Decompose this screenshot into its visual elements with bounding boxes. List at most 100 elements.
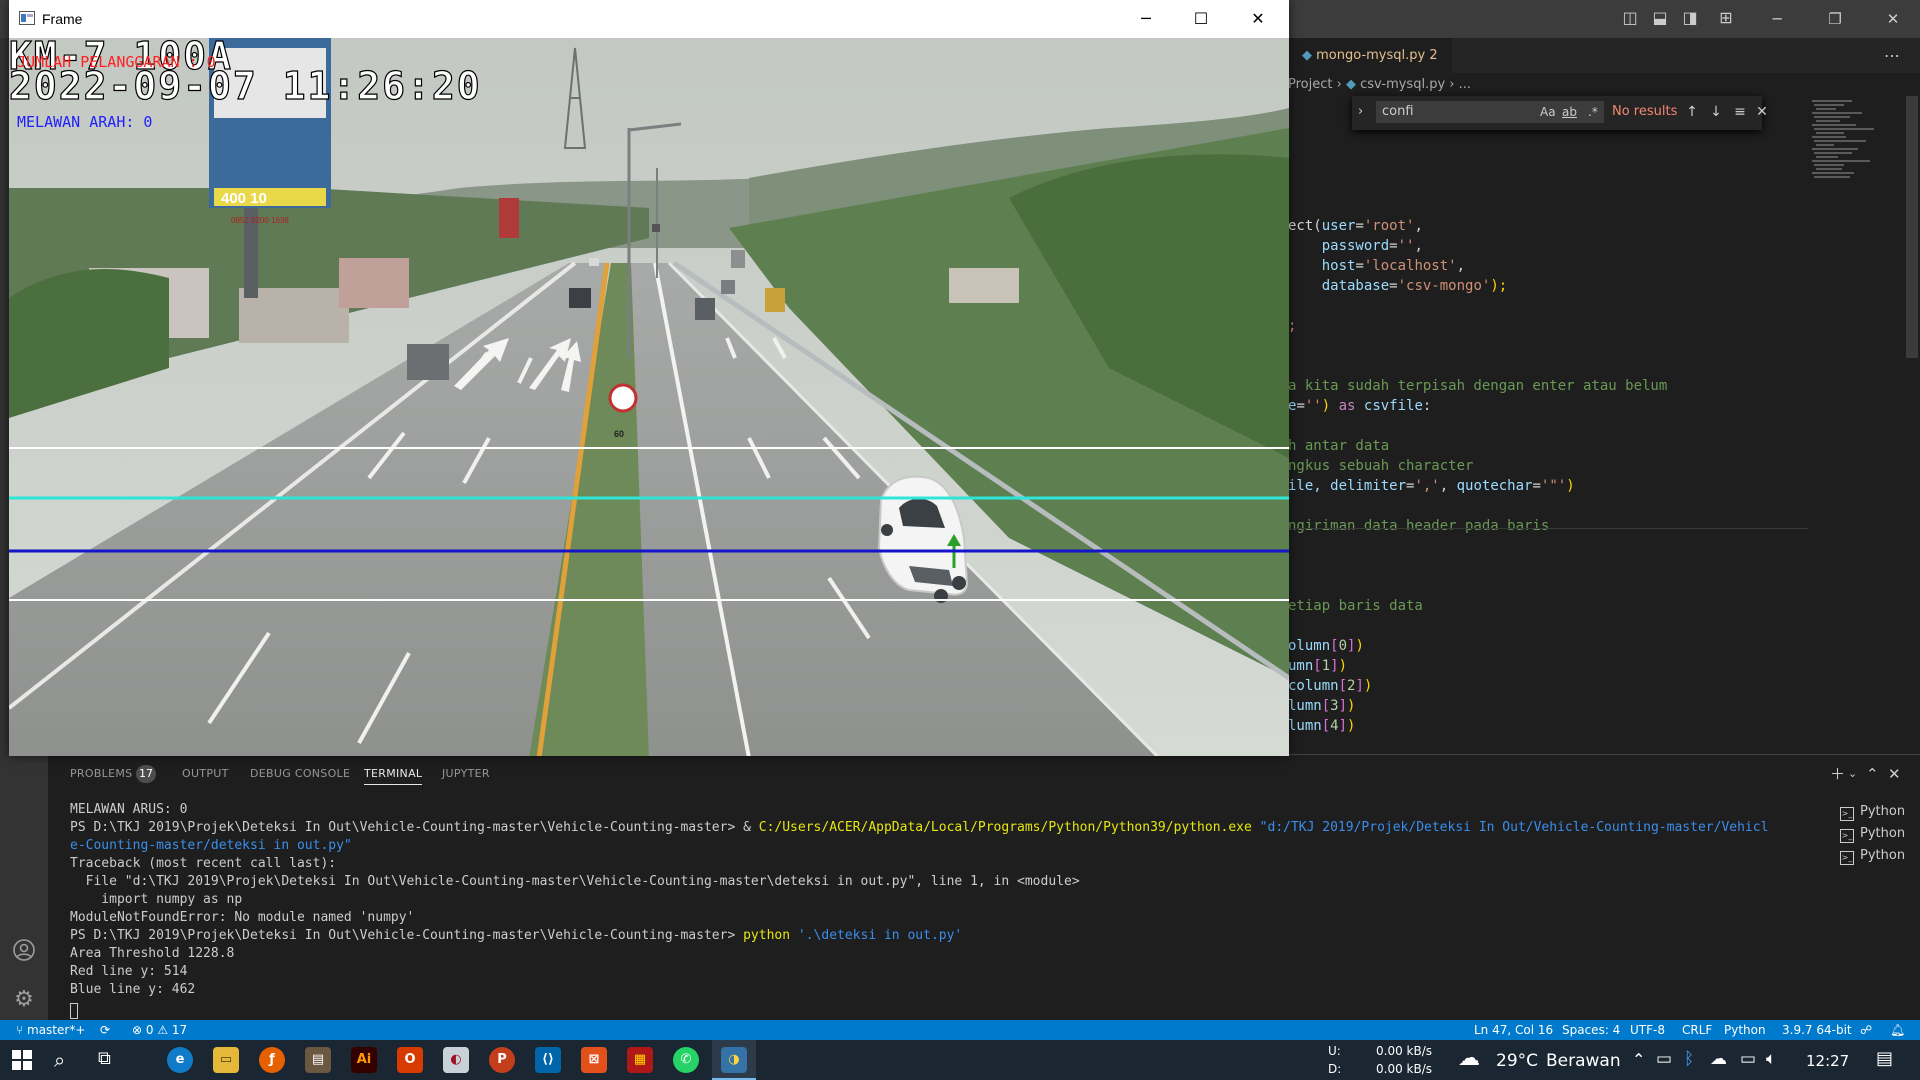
terminal-item[interactable]: >_ Python (1840, 823, 1905, 845)
accounts-icon[interactable] (12, 938, 36, 962)
code-token: ngkus sebuah character (1288, 458, 1474, 474)
search-icon[interactable]: ⌕ (54, 1048, 65, 1072)
vscode-taskbar-icon[interactable]: ⟨⟩ (535, 1047, 561, 1073)
onedrive-cloud-icon[interactable]: ☁ (1710, 1049, 1727, 1069)
xampp-icon[interactable]: ⊠ (581, 1047, 607, 1073)
notifications-bell-icon[interactable]: 🔔︎ (1890, 1020, 1905, 1040)
breadcrumb-item[interactable]: Project (1288, 77, 1332, 92)
terminal-icon: >_ (1840, 851, 1854, 865)
powerpoint-icon[interactable]: P (489, 1047, 515, 1073)
weather-condition[interactable]: Berawan (1546, 1050, 1621, 1072)
whatsapp-icon[interactable]: ✆ (673, 1047, 699, 1073)
toggle-secondary-sidebar-icon[interactable]: ◨ (1680, 9, 1700, 27)
vscode-close-button[interactable]: ✕ (1870, 0, 1916, 38)
code-token: host (1288, 258, 1356, 274)
problems-status[interactable]: ⊗ 0 ⚠ 17 (132, 1020, 187, 1040)
next-match-arrow-down-icon[interactable]: ↓ (1706, 101, 1726, 123)
frame-window: Frame ─ ☐ ✕ 400 10 0851 9200 1638 60 KM-… (9, 0, 1289, 756)
windows-start-icon[interactable] (12, 1050, 32, 1074)
tab-output[interactable]: OUTPUT (182, 764, 229, 784)
new-terminal-plus-icon[interactable]: ＋ (1830, 764, 1845, 784)
minimap-line (1812, 112, 1862, 114)
code-token: ) (1347, 718, 1356, 734)
editor-scrollbar[interactable] (1906, 96, 1918, 358)
close-find-icon[interactable]: ✕ (1752, 101, 1772, 123)
code-token: column (1288, 678, 1339, 694)
manage-gear-icon[interactable]: ⚙ (12, 988, 36, 1012)
toggle-replace-chevron-icon[interactable]: › (1358, 101, 1363, 123)
code-token: ] (1338, 698, 1348, 714)
bluetooth-icon[interactable]: ᛒ (1684, 1049, 1694, 1069)
taskbar-clock[interactable]: 12:27 (1806, 1050, 1849, 1072)
terminal-item[interactable]: >_ Python (1840, 845, 1905, 867)
weather-cloud-icon[interactable]: ☁ (1458, 1046, 1480, 1072)
code-token: 'root' (1363, 218, 1415, 234)
vscode-minimize-button[interactable]: ─ (1754, 0, 1800, 38)
find-widget: › confi Aa ab .* No results ↑ ↓ ≡ ✕ (1352, 96, 1768, 130)
frame-titlebar[interactable]: Frame ─ ☐ ✕ (9, 0, 1289, 38)
weather-temperature[interactable]: 29°C (1496, 1050, 1538, 1072)
terminal-item[interactable]: >_ Python (1840, 801, 1905, 823)
customize-layout-icon[interactable]: ⊞ (1716, 9, 1736, 27)
tab-debug-console[interactable]: DEBUG CONSOLE (250, 764, 350, 784)
frame-minimize-button[interactable]: ─ (1123, 0, 1169, 38)
file-explorer-icon[interactable]: ▭ (213, 1047, 239, 1073)
edge-browser-icon[interactable]: e (167, 1047, 193, 1073)
action-center-icon[interactable]: ▤ (1876, 1048, 1893, 1069)
editor-tab-bar: ◆ mongo-mysql.py 2 ⋯ (1288, 38, 1920, 73)
close-panel-icon[interactable]: ✕ (1888, 764, 1901, 784)
tab-problems[interactable]: PROBLEMS (70, 764, 132, 784)
terminal-token: PS D:\TKJ 2019\Projek\Deteksi In Out\Veh… (70, 928, 744, 943)
tab-jupyter[interactable]: JUPYTER (442, 764, 490, 784)
vscode-restore-button[interactable]: ❐ (1812, 0, 1858, 38)
frame-close-button[interactable]: ✕ (1235, 0, 1281, 38)
tab-terminal[interactable]: TERMINAL (364, 764, 423, 785)
python-frame-taskbar-button[interactable]: ◑ (712, 1040, 756, 1080)
cursor-position[interactable]: Ln 47, Col 16 (1474, 1020, 1553, 1040)
python-interpreter[interactable]: 3.9.7 64-bit (1782, 1020, 1852, 1040)
sync-icon[interactable]: ⟳ (100, 1020, 110, 1040)
minimap[interactable] (1808, 96, 1912, 750)
breadcrumb-item[interactable]: ... (1459, 77, 1471, 92)
match-whole-word-toggle[interactable]: ab (1562, 101, 1577, 123)
show-hidden-icons-chevron-icon[interactable]: ⌃ (1632, 1050, 1645, 1069)
breadcrumb-item[interactable]: csv-mysql.py (1360, 77, 1445, 92)
encoding-status[interactable]: UTF-8 (1630, 1020, 1665, 1040)
terminal-line: Red line y: 514 (70, 963, 187, 981)
windows-taskbar: ⌕ ⧉ e ▭ ƒ ▤ Ai O ◐ P ⟨⟩ ⊠ ▦ ✆ ◑ U: D: 0.… (0, 1040, 1920, 1080)
previous-match-arrow-up-icon[interactable]: ↑ (1682, 101, 1702, 123)
task-view-icon[interactable]: ⧉ (98, 1048, 111, 1069)
net-down-label: D: (1328, 1062, 1342, 1076)
toggle-primary-sidebar-icon[interactable]: ◫ (1620, 9, 1640, 27)
toggle-panel-icon[interactable]: ⬓ (1650, 9, 1670, 27)
firefox-icon[interactable]: ƒ (259, 1047, 285, 1073)
terminal-dropdown-chevron-icon[interactable]: ⌄ (1848, 764, 1857, 784)
office-icon[interactable]: O (397, 1047, 423, 1073)
illustrator-icon[interactable]: Ai (351, 1047, 377, 1073)
battery-icon[interactable]: ▭ (1740, 1049, 1756, 1069)
app-grid-icon[interactable]: ▦ (627, 1047, 653, 1073)
git-branch-status[interactable]: ⑂ master*+ (16, 1020, 85, 1040)
code-editor[interactable]: ect(user='root', password='', host='loca… (1288, 96, 1808, 750)
billboard-price: 400 10 (221, 190, 267, 207)
terminal-token: File "d:\TKJ 2019\Projek\Deteksi In Out\… (70, 874, 1080, 889)
feedback-icon[interactable]: ☍ (1860, 1020, 1872, 1040)
eol-status[interactable]: CRLF (1682, 1020, 1712, 1040)
more-actions-icon[interactable]: ⋯ (1884, 38, 1900, 73)
maximize-panel-icon[interactable]: ⌃ (1866, 764, 1879, 784)
indentation-status[interactable]: Spaces: 4 (1562, 1020, 1620, 1040)
find-in-selection-icon[interactable]: ≡ (1730, 101, 1750, 123)
code-token: ngiriman data header pada baris (1288, 518, 1550, 534)
frame-maximize-button[interactable]: ☐ (1178, 0, 1224, 38)
volume-muted-icon[interactable]: 🔈︎ (1766, 1049, 1776, 1069)
archive-app-icon[interactable]: ▤ (305, 1047, 331, 1073)
code-token: 'csv-mongo' (1397, 278, 1491, 294)
code-token: [ (1313, 658, 1322, 674)
app-icon[interactable]: ◐ (443, 1047, 469, 1073)
minimap-line (1814, 164, 1844, 166)
tab-mongo-mysql[interactable]: ◆ mongo-mysql.py 2 (1288, 38, 1452, 73)
language-mode[interactable]: Python (1724, 1020, 1766, 1040)
use-regex-toggle[interactable]: .* (1588, 101, 1598, 123)
network-icon[interactable]: ▭ (1656, 1049, 1672, 1069)
match-case-toggle[interactable]: Aa (1540, 101, 1556, 123)
